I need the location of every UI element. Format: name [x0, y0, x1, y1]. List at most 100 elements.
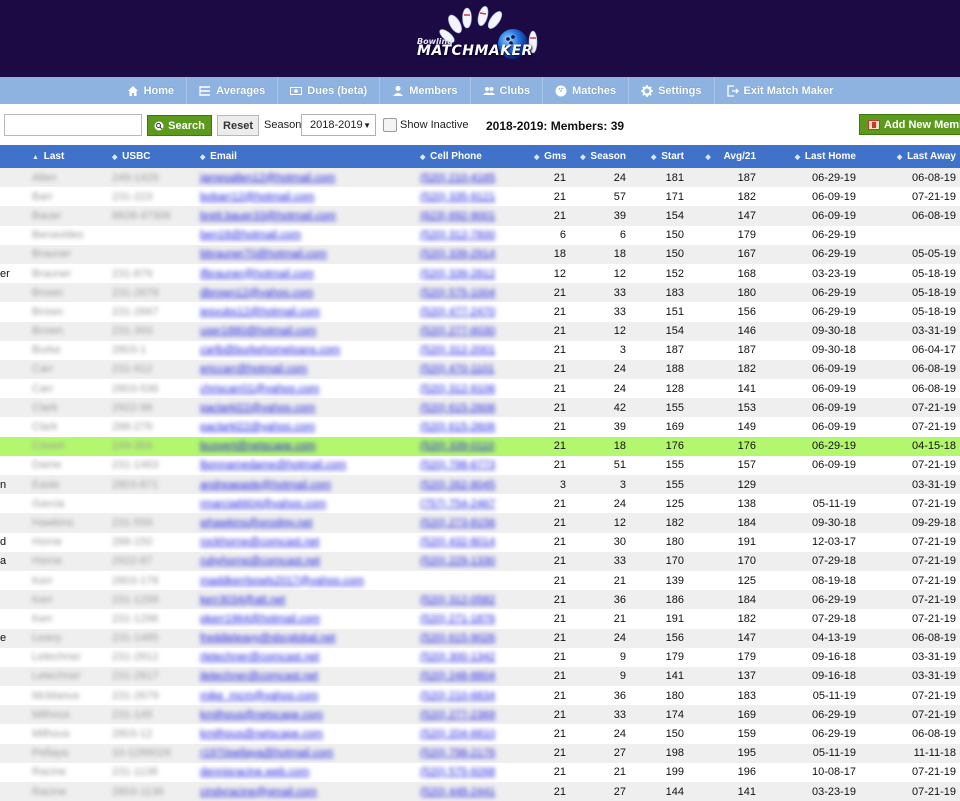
member-email[interactable]: dennisracine.web.com	[196, 763, 416, 782]
table-row[interactable]: Allen 249-1429 jamesallen12@hotmail.com (52…	[0, 168, 960, 188]
season-select[interactable]: 2018-2019 ▼	[301, 114, 376, 136]
col-header-last[interactable]: ▲ Last	[28, 145, 108, 168]
search-input[interactable]	[4, 114, 142, 136]
member-email[interactable]: kmilhous@netscape.com	[196, 705, 416, 724]
nav-home[interactable]: Home	[115, 77, 188, 104]
member-email[interactable]: bcovert@netscape.com	[196, 437, 416, 456]
table-row[interactable]: Brown 231-2667 jesvubs12@hotmail.com (520) …	[0, 302, 960, 322]
member-cell-phone[interactable]: (757) 754-2467	[416, 494, 530, 513]
member-email[interactable]: user1880@hotmail.com	[196, 322, 416, 341]
member-email[interactable]: ifbrauner@hotmail.com	[196, 264, 416, 283]
member-cell-phone[interactable]: (520) 615-2606	[416, 417, 530, 436]
member-email[interactable]: dbrown12@yahoo.com	[196, 283, 416, 302]
member-email[interactable]: carlb@burkehomeloans.com	[196, 341, 416, 360]
member-email[interactable]: mike_mcm@yahoo.com	[196, 686, 416, 705]
member-cell-phone[interactable]: (520) 271-1876	[416, 609, 530, 628]
nav-settings[interactable]: Settings	[629, 77, 715, 104]
table-row[interactable]: Letechner 231-2812 rletechner@comcast.net(…	[0, 647, 960, 667]
member-cell-phone[interactable]: (520) 204-6810	[416, 724, 530, 743]
table-row[interactable]: McManus 231-2679 mike_mcm@yahoo.com (520) 2…	[0, 686, 960, 706]
member-email[interactable]: rockhorne@comcast.net	[196, 533, 416, 552]
member-cell-phone[interactable]: (520) 277-2369	[416, 705, 530, 724]
table-row[interactable]: Brown 231-2679 dbrown12@yahoo.com (520) 575…	[0, 283, 960, 303]
table-row[interactable]: er Brauner 231-879 ifbrauner@hotmail.com (52…	[0, 263, 960, 284]
col-header-cell[interactable]: ◆ Cell Phone	[416, 145, 530, 168]
member-cell-phone[interactable]: (520) 273-8156	[416, 513, 530, 532]
col-header-usbc[interactable]: ◆ USBC	[108, 145, 196, 168]
member-cell-phone[interactable]: (520) 339-2812	[416, 264, 530, 283]
col-header-avg[interactable]: ◆ Avg/21	[688, 145, 760, 168]
table-row[interactable]: Brown 231-393 user1880@hotmail.com (520) 27…	[0, 321, 960, 341]
member-cell-phone[interactable]: (520) 335-9121	[416, 187, 530, 206]
table-row[interactable]: Pellaya 10-1289029 r1970pellaya@hotmail.co…	[0, 743, 960, 763]
member-cell-phone[interactable]: (520) 339-0110	[416, 437, 530, 456]
col-header-email[interactable]: ◆ Email	[196, 145, 416, 168]
member-email[interactable]: r1970pellaya@hotmail.com	[196, 744, 416, 763]
member-cell-phone[interactable]: (520) 312-9106	[416, 379, 530, 398]
member-cell-phone[interactable]: (520) 300-1342	[416, 648, 530, 667]
member-email[interactable]: bobarr12@hotmail.com	[196, 187, 416, 206]
table-row[interactable]: Clark 288-279 paclarkl22@yahoo.com (520) 61…	[0, 417, 960, 437]
table-row[interactable]: Milhous 2803-12 kmilhous@netscape.com (520)…	[0, 724, 960, 744]
table-row[interactable]: Kerr 231-1299 kerr3034@att.net (520) 312-05…	[0, 590, 960, 610]
nav-members[interactable]: Members	[380, 77, 471, 104]
table-row[interactable]: Carr 231-912 ericcarr@hotmail.com (520) 470…	[0, 359, 960, 380]
app-logo[interactable]: Bowling MATCHMAKER	[409, 5, 541, 72]
show-inactive-checkbox[interactable]	[383, 118, 397, 132]
table-row[interactable]: Brauner bbrauner70@hotmail.com (520) 339-2…	[0, 244, 960, 264]
table-row[interactable]: d Horne 288-150 rockhorne@comcast.net (520) …	[0, 532, 960, 552]
member-email[interactable]: bbrauner70@hotmail.com	[196, 245, 416, 264]
table-row[interactable]: Garcia rmarcia6604@yahoo.com (757) 754-246…	[0, 494, 960, 514]
table-row[interactable]: Kerr 2803-178 maddkerrbowls2017@yahoo.com 2…	[0, 570, 960, 591]
member-cell-phone[interactable]: (520) 448-2441	[416, 782, 530, 801]
member-cell-phone[interactable]: (520) 229-1330	[416, 552, 530, 571]
member-cell-phone[interactable]: (520) 615-2606	[416, 398, 530, 417]
col-header-last-away[interactable]: ◆ Last Away	[860, 145, 960, 168]
member-email[interactable]: ericcarr@hotmail.com	[196, 360, 416, 379]
member-cell-phone[interactable]: (520) 339-2914	[416, 245, 530, 264]
member-cell-phone[interactable]: (520) 312-0582	[416, 590, 530, 609]
member-email[interactable]: whawkins@prodigy.net	[196, 513, 416, 532]
table-row[interactable]: e Leavy 231-1485 freddieleavy@sbcglobal.net…	[0, 628, 960, 648]
member-cell-phone[interactable]: (520) 575-9268	[416, 763, 530, 782]
member-email[interactable]: lbonnamedame@hotmail.com	[196, 456, 416, 475]
member-cell-phone[interactable]: (520) 575-1004	[416, 283, 530, 302]
member-email[interactable]: jesvubs12@hotmail.com	[196, 302, 416, 321]
table-row[interactable]: Racine 231-1138 dennisracine.web.com (520) …	[0, 762, 960, 782]
table-row[interactable]: Hawkins 231-559 whawkins@prodigy.net (520) …	[0, 513, 960, 533]
member-email[interactable]: paclarkl22@yahoo.com	[196, 417, 416, 436]
member-cell-phone[interactable]	[416, 571, 530, 590]
member-email[interactable]: rubyhorne@comcast.net	[196, 552, 416, 571]
member-cell-phone[interactable]: (520) 798-6773	[416, 456, 530, 475]
member-email[interactable]: freddieleavy@sbcglobal.net	[196, 629, 416, 648]
member-email[interactable]: rmarcia6604@yahoo.com	[196, 494, 416, 513]
member-email[interactable]: jamesallen12@hotmail.com	[196, 168, 416, 187]
member-email[interactable]: kerr3034@att.net	[196, 590, 416, 609]
member-cell-phone[interactable]: (520) 432-8014	[416, 533, 530, 552]
col-header-season[interactable]: ◆ Season	[570, 145, 630, 168]
member-email[interactable]: maddkerrbowls2017@yahoo.com	[196, 571, 416, 590]
member-cell-phone[interactable]: (520) 470-1101	[416, 360, 530, 379]
col-header-first[interactable]	[0, 145, 28, 168]
member-email[interactable]: rletechner@comcast.net	[196, 648, 416, 667]
col-header-start[interactable]: ◆ Start	[630, 145, 688, 168]
member-cell-phone[interactable]: (520) 210-6834	[416, 686, 530, 705]
member-cell-phone[interactable]: (520) 615-9026	[416, 629, 530, 648]
member-email[interactable]: cindyracine@gmail.com	[196, 782, 416, 801]
member-email[interactable]: paclarkl22@yahoo.com	[196, 398, 416, 417]
member-email[interactable]: pkerr1964@hotmail.com	[196, 609, 416, 628]
table-row[interactable]: Bauer 8828-47306 brett.bauer33@hotmail.com…	[0, 206, 960, 226]
table-row[interactable]: Clark 2922-98 paclarkl22@yahoo.com (520) 61…	[0, 398, 960, 418]
member-cell-phone[interactable]: (520) 798-2176	[416, 744, 530, 763]
show-inactive-label[interactable]: Show Inactive	[400, 119, 468, 131]
nav-dues[interactable]: Dues (beta)	[278, 77, 381, 104]
member-email[interactable]: kmilhous@netscape.com	[196, 724, 416, 743]
table-row[interactable]: Covert 249-364 bcovert@netscape.com (520) 3…	[0, 436, 960, 456]
table-row[interactable]: Milhous 231-145 kmilhous@netscape.com (520)…	[0, 705, 960, 725]
member-email[interactable]: andreaeasle@hotmail.com	[196, 475, 416, 494]
add-new-member-button[interactable]: Add New Memb	[859, 114, 960, 135]
table-row[interactable]: Kerr 231-1296 pkerr1964@hotmail.com (520) 2…	[0, 609, 960, 629]
table-row[interactable]: Carr 2803-536 chriscarr01@yahoo.com (520) 3…	[0, 379, 960, 399]
nav-clubs[interactable]: Clubs	[471, 77, 544, 104]
member-cell-phone[interactable]: (520) 477-2470	[416, 302, 530, 321]
